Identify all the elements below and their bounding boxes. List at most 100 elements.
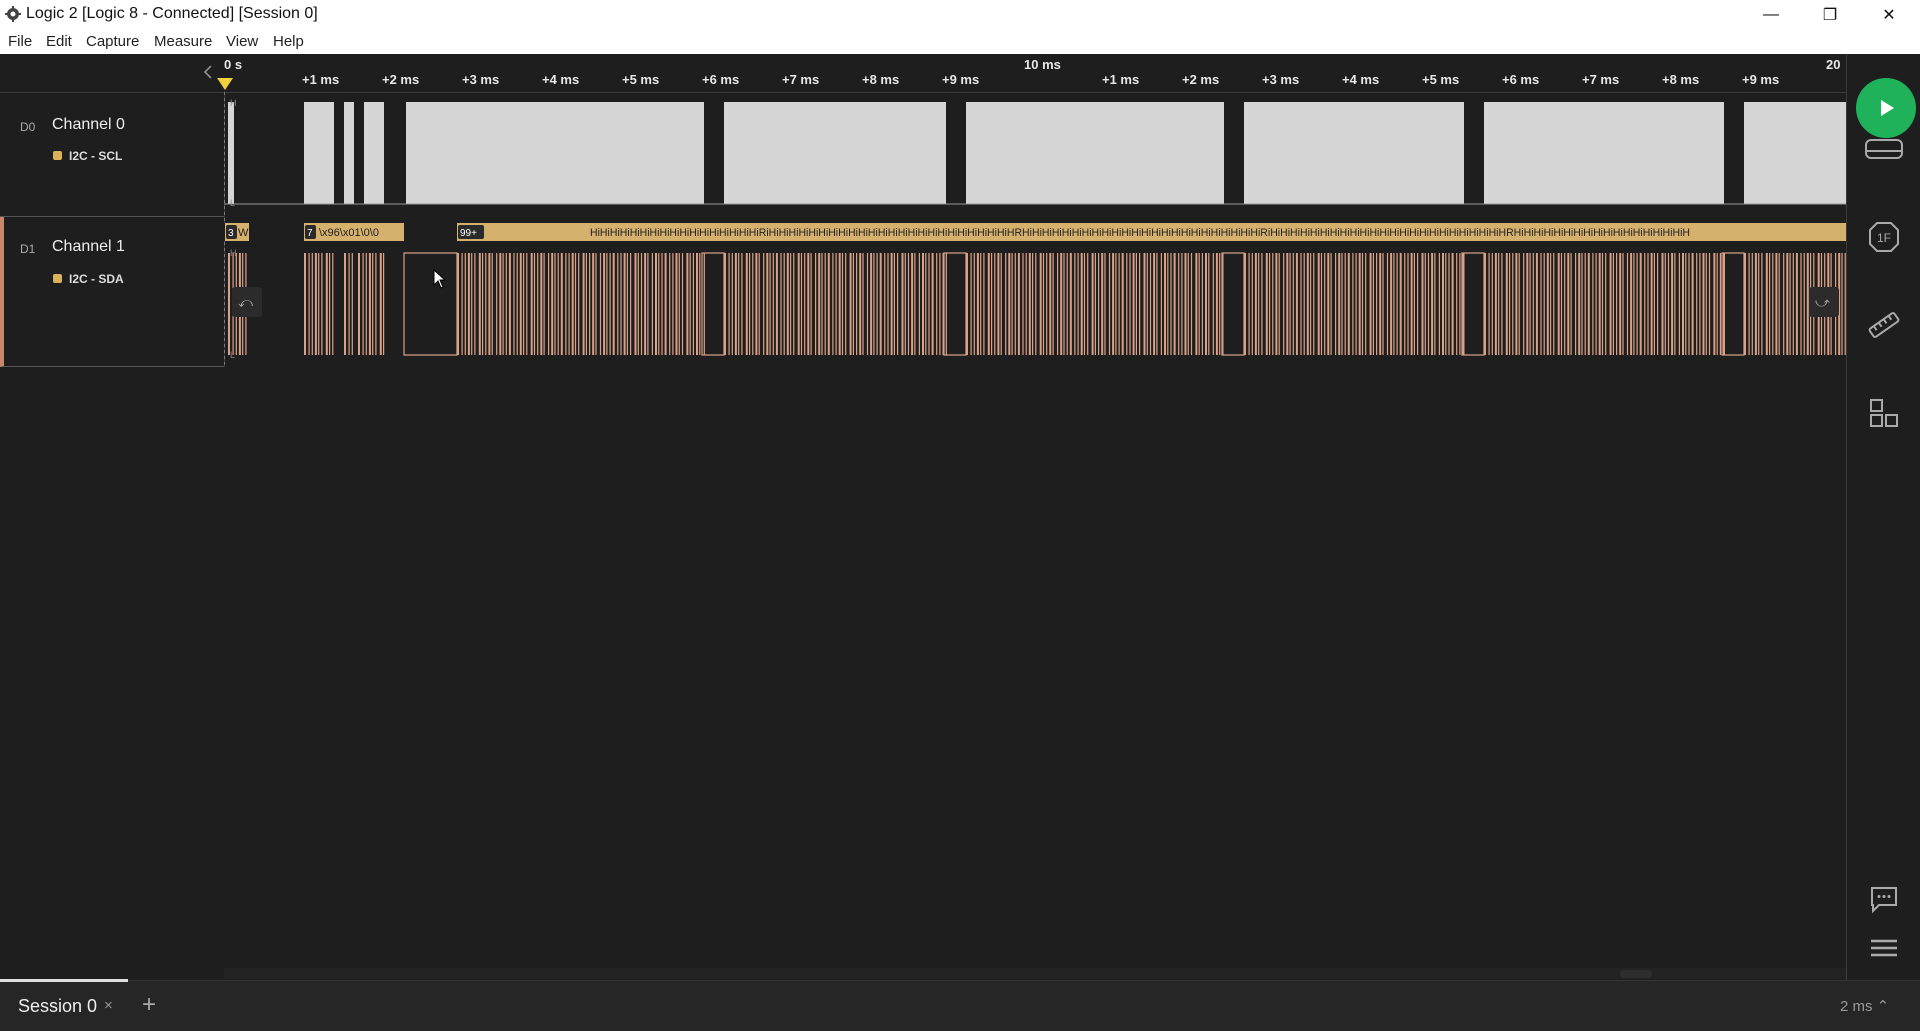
- wave-segment: [311, 253, 313, 355]
- ruler-tick: +1 ms: [302, 72, 340, 87]
- wave-segment: [1303, 253, 1305, 355]
- analyzer-label[interactable]: I2C - SCL: [69, 149, 122, 163]
- wave-segment: [606, 253, 608, 355]
- wave-segment: [1066, 253, 1068, 355]
- empty-waveform-area[interactable]: [224, 367, 1846, 980]
- minimize-button[interactable]: —: [1742, 0, 1800, 29]
- comment-icon: [1871, 887, 1897, 914]
- wave-segment: [1313, 253, 1315, 355]
- wave-segment: [578, 253, 580, 355]
- wave-segment: [1083, 253, 1086, 355]
- wave-segment: [1327, 253, 1330, 355]
- wave-segment: [474, 253, 476, 355]
- analyzers-button[interactable]: 1F: [1859, 212, 1909, 262]
- wave-segment: [678, 253, 680, 355]
- menu-edit[interactable]: Edit: [46, 33, 72, 50]
- waveform-area[interactable]: H L H L 3 W 7 \x96\x01\0\0 99+ HiHiHiHiH…: [224, 92, 1846, 367]
- wave-segment: [1069, 253, 1072, 355]
- channel-1-row[interactable]: D1 Channel 1 I2C - SDA: [0, 217, 224, 367]
- wave-segment: [595, 253, 597, 355]
- wave-segment: [1515, 253, 1518, 355]
- wave-segment: [1605, 253, 1607, 355]
- wave-segment: [1456, 253, 1458, 355]
- play-icon: [1881, 100, 1894, 116]
- scl-waveform: [224, 102, 1846, 205]
- wave-segment: [724, 102, 946, 204]
- wave-segment: [1595, 253, 1597, 355]
- wave-segment: [1080, 253, 1083, 355]
- wave-segment: [922, 253, 924, 355]
- wave-segment: [1650, 253, 1653, 355]
- wave-segment: [1286, 253, 1289, 355]
- wave-segment: [1108, 253, 1111, 355]
- wave-segment: [1022, 253, 1024, 355]
- wave-segment: [1205, 253, 1207, 355]
- channel-0-row[interactable]: D0 Channel 0 I2C - SCL: [0, 92, 224, 217]
- wave-segment: [1011, 253, 1013, 355]
- horizontal-scrollbar[interactable]: [224, 968, 1846, 979]
- window-title: Logic 2 [Logic 8 - Connected] [Session 0…: [26, 5, 318, 22]
- channel-code: D0: [20, 120, 36, 134]
- menu-capture[interactable]: Capture: [86, 33, 139, 50]
- menu-help[interactable]: Help: [273, 33, 304, 50]
- extensions-icon: [1870, 399, 1898, 427]
- wave-segment: [1258, 253, 1260, 355]
- wave-segment: [1526, 253, 1529, 355]
- wave-segment: [1347, 253, 1350, 355]
- wave-segment: [1518, 253, 1520, 355]
- scrollbar-thumb[interactable]: [1620, 970, 1652, 978]
- wave-segment: [1025, 253, 1027, 355]
- wave-segment: [1484, 102, 1724, 204]
- wave-segment: [862, 253, 864, 355]
- wave-segment: [832, 253, 834, 355]
- comments-button[interactable]: [1859, 874, 1909, 924]
- wave-segment: [1369, 253, 1372, 355]
- wave-segment: [609, 253, 611, 355]
- wave-segment: [1215, 253, 1218, 355]
- menu-view[interactable]: View: [226, 33, 258, 50]
- measurements-button[interactable]: [1859, 300, 1909, 350]
- close-button[interactable]: ✕: [1860, 0, 1918, 29]
- decoder-badge-count: 7: [307, 228, 313, 239]
- wave-segment: [1156, 253, 1158, 355]
- trigger-marker-icon[interactable]: [216, 78, 234, 92]
- wave-segment: [1244, 102, 1464, 204]
- wave-segment: [1283, 253, 1285, 355]
- tab-session-0[interactable]: Session 0 ×: [0, 979, 128, 1031]
- wave-segment: [1335, 253, 1337, 355]
- wave-segment: [752, 253, 754, 355]
- maximize-button[interactable]: ❐: [1801, 0, 1859, 29]
- wave-segment: [1413, 253, 1415, 355]
- ruler-tick: +5 ms: [1422, 72, 1460, 87]
- wave-segment: [1716, 253, 1718, 355]
- wave-segment: [1035, 253, 1037, 355]
- add-session-button[interactable]: +: [142, 991, 156, 1019]
- wave-segment: [1653, 253, 1655, 355]
- wave-segment: [574, 253, 577, 355]
- chevron-left-icon[interactable]: [198, 62, 218, 82]
- menu-measure[interactable]: Measure: [154, 33, 212, 50]
- decoder-frame-text: \x96\x01\0\0: [319, 227, 379, 239]
- main-menu-button[interactable]: [1859, 923, 1909, 973]
- close-tab-icon[interactable]: ×: [104, 997, 113, 1014]
- wave-segment: [1212, 253, 1214, 355]
- extensions-button[interactable]: [1859, 388, 1909, 438]
- wave-segment: [1772, 253, 1774, 355]
- analyzer-label[interactable]: I2C - SDA: [69, 272, 124, 286]
- wave-segment: [1427, 253, 1430, 355]
- wave-segment: [1564, 253, 1566, 355]
- measure-icon: [1868, 312, 1900, 338]
- wave-segment: [1633, 253, 1635, 355]
- wave-segment: [772, 253, 774, 355]
- wave-segment: [856, 253, 858, 355]
- wave-segment: [804, 253, 806, 355]
- time-ruler[interactable]: 0 s 10 ms 20 +1 ms +2 ms +3 ms +4 ms +5 …: [217, 54, 1846, 93]
- menu-file[interactable]: File: [8, 33, 32, 50]
- wave-segment: [876, 253, 878, 355]
- wave-segment: [675, 253, 678, 355]
- start-capture-button[interactable]: [1856, 78, 1916, 138]
- timebase-selector[interactable]: 2 ms ⌃: [1840, 997, 1889, 1015]
- channel-name[interactable]: Channel 1: [52, 238, 125, 256]
- wave-segment: [1598, 253, 1601, 355]
- channel-name[interactable]: Channel 0: [52, 116, 125, 134]
